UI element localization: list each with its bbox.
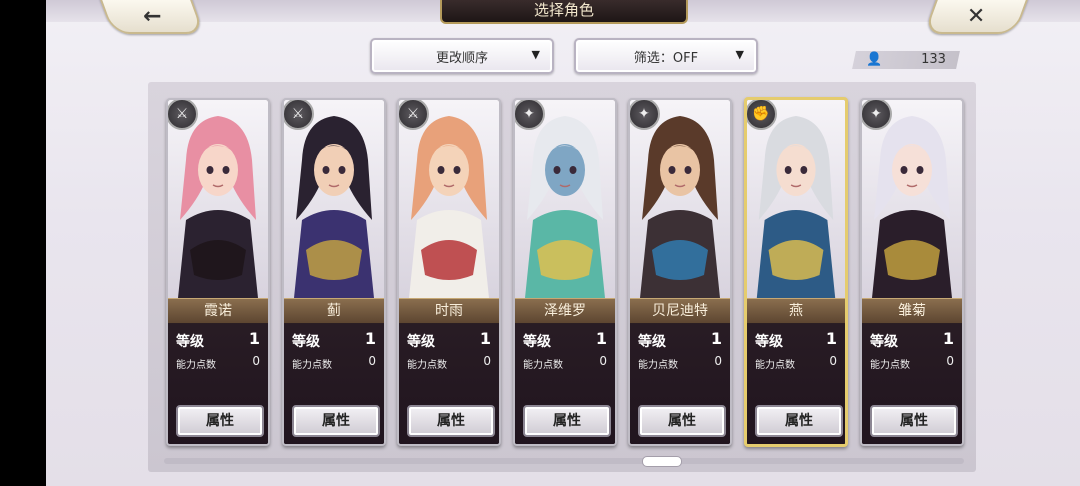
ability-points-value: 0: [483, 354, 491, 368]
page-title: 选择角色: [440, 0, 688, 24]
ability-points-label: 能力点数: [407, 360, 447, 371]
level-value: 1: [825, 329, 837, 348]
character-name: 燕: [747, 298, 845, 324]
sort-label: 更改顺序: [435, 50, 488, 66]
ability-points-label: 能力点数: [523, 360, 563, 371]
class-icon: ✦: [515, 100, 545, 130]
chevron-down-icon: ▼: [531, 48, 540, 61]
count-value: 133: [921, 52, 947, 67]
level-label: 等级: [292, 334, 320, 350]
character-card[interactable]: ⚔ 时雨 等级 1 能力点数 0 属性: [397, 98, 501, 446]
ability-points-label: 能力点数: [176, 360, 216, 371]
ability-points-label: 能力点数: [638, 360, 678, 371]
character-name: 蓟: [284, 298, 384, 324]
character-card[interactable]: ⚔ 霞诺 等级 1 能力点数 0 属性: [166, 98, 270, 446]
ability-points-label: 能力点数: [292, 360, 332, 371]
character-select-screen: ← 选择角色 ✕ 更改顺序 ▼ 筛选：OFF ▼ 👤 133 ⚔ 霞诺 等级 1…: [46, 0, 1080, 486]
level-label: 等级: [176, 334, 204, 350]
class-icon: ✦: [862, 100, 892, 130]
character-name: 时雨: [399, 298, 499, 324]
class-icon: ⚔: [399, 100, 429, 130]
ability-points-value: 0: [829, 354, 837, 368]
character-portrait: ✦: [630, 100, 730, 298]
close-icon: ✕: [966, 3, 986, 29]
scroll-thumb[interactable]: [642, 456, 682, 467]
ability-points-value: 0: [599, 354, 607, 368]
class-icon: ⚔: [168, 100, 198, 130]
sort-dropdown[interactable]: 更改顺序 ▼: [370, 38, 554, 74]
level-value: 1: [364, 329, 376, 348]
level-label: 等级: [638, 334, 666, 350]
ability-points-value: 0: [946, 354, 954, 368]
level-value: 1: [710, 329, 722, 348]
back-arrow-icon: ←: [142, 3, 162, 29]
attribute-button[interactable]: 属性: [638, 405, 726, 437]
character-stats: 等级 1 能力点数 0 属性: [630, 323, 730, 444]
level-value: 1: [595, 329, 607, 348]
character-stats: 等级 1 能力点数 0 属性: [862, 323, 962, 444]
character-card[interactable]: ✦ 贝尼迪特 等级 1 能力点数 0 属性: [628, 98, 732, 446]
close-button[interactable]: ✕: [923, 0, 1029, 34]
level-value: 1: [942, 329, 954, 348]
character-portrait: ⚔: [399, 100, 499, 298]
level-value: 1: [248, 329, 260, 348]
character-stats: 等级 1 能力点数 0 属性: [747, 323, 845, 444]
horizontal-scrollbar[interactable]: [164, 458, 964, 464]
ability-points-value: 0: [368, 354, 376, 368]
attribute-button[interactable]: 属性: [176, 405, 264, 437]
filter-label: 筛选：OFF: [633, 50, 699, 66]
character-stats: 等级 1 能力点数 0 属性: [399, 323, 499, 444]
character-name: 贝尼迪特: [630, 298, 730, 324]
level-label: 等级: [407, 334, 435, 350]
level-label: 等级: [870, 334, 898, 350]
character-card[interactable]: ✦ 泽维罗 等级 1 能力点数 0 属性: [513, 98, 617, 446]
character-name: 霞诺: [168, 298, 268, 324]
character-portrait: ✊: [747, 100, 845, 298]
attribute-button[interactable]: 属性: [407, 405, 495, 437]
character-name: 雏菊: [862, 298, 962, 324]
attribute-button[interactable]: 属性: [870, 405, 958, 437]
class-icon: ✦: [630, 100, 660, 130]
character-stats: 等级 1 能力点数 0 属性: [284, 323, 384, 444]
level-value: 1: [479, 329, 491, 348]
ability-points-label: 能力点数: [755, 360, 795, 371]
character-portrait: ✦: [515, 100, 615, 298]
character-stats: 等级 1 能力点数 0 属性: [515, 323, 615, 444]
character-card[interactable]: ⚔ 蓟 等级 1 能力点数 0 属性: [282, 98, 386, 446]
level-label: 等级: [755, 334, 783, 350]
character-count: 👤 133: [852, 51, 960, 69]
class-icon: ⚔: [284, 100, 314, 130]
attribute-button[interactable]: 属性: [755, 405, 843, 437]
character-stats: 等级 1 能力点数 0 属性: [168, 323, 268, 444]
character-portrait: ⚔: [168, 100, 268, 298]
level-label: 等级: [523, 334, 551, 350]
class-icon: ✊: [747, 100, 777, 130]
chevron-down-icon: ▼: [735, 48, 744, 61]
back-button[interactable]: ←: [99, 0, 205, 34]
user-icon: 👤: [866, 52, 883, 67]
filter-dropdown[interactable]: 筛选：OFF ▼: [574, 38, 758, 74]
attribute-button[interactable]: 属性: [523, 405, 611, 437]
character-name: 泽维罗: [515, 298, 615, 324]
character-card[interactable]: ✦ 雏菊 等级 1 能力点数 0 属性: [860, 98, 964, 446]
ability-points-value: 0: [714, 354, 722, 368]
attribute-button[interactable]: 属性: [292, 405, 380, 437]
character-portrait: ✦: [862, 100, 962, 298]
ability-points-value: 0: [252, 354, 260, 368]
character-card[interactable]: ✊ 燕 等级 1 能力点数 0 属性: [744, 97, 848, 447]
ability-points-label: 能力点数: [870, 360, 910, 371]
character-portrait: ⚔: [284, 100, 384, 298]
